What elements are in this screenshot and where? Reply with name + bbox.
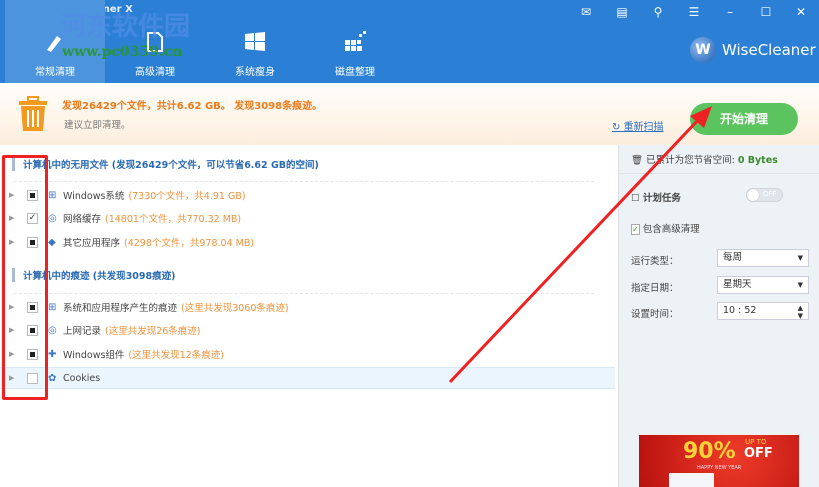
section-header-junk: 计算机中的无用文件 (发现26429个文件，可以节省6.62 GB的空间) <box>12 157 319 171</box>
right-panel: 🗑 已累计为您节省空间: 0 Bytes ☐ 计划任务 OFF ✓ 包含高级清理… <box>618 145 819 487</box>
item-name: Windows系统 <box>63 191 125 202</box>
tab-label: 高级清理 <box>135 67 175 78</box>
schedule-task: ☐ 计划任务 <box>631 190 681 204</box>
trash-small-icon: 🗑 <box>631 155 647 166</box>
promo-subtitle: HAPPY NEW YEAR <box>697 465 742 471</box>
date-select[interactable]: 星期天 ▼ <box>717 276 809 294</box>
item-name: 上网记录 <box>63 326 102 337</box>
list-item[interactable]: ▶ ⊞ Windows系统 (7330个文件，共4.91 GB) <box>0 184 615 206</box>
toggle-knob <box>747 189 759 201</box>
promo-banner[interactable]: 90% UP TO OFF HAPPY NEW YEAR <box>639 435 799 487</box>
date-label: 指定日期： <box>631 283 679 294</box>
start-clean-button[interactable]: 开始清理 <box>690 103 798 135</box>
run-type-value: 每周 <box>723 252 743 263</box>
windows-icon <box>245 32 265 51</box>
menu-icon[interactable]: ☰ <box>685 4 703 20</box>
calendar-icon: ☐ <box>631 193 643 204</box>
mail-icon[interactable]: ✉ <box>577 4 595 20</box>
list-item[interactable]: ▶ ◆ 其它应用程序 (4298个文件，共978.04 MB) <box>0 231 615 253</box>
schedule-toggle[interactable]: OFF <box>746 188 783 202</box>
tab-defrag[interactable]: 磁盘整理 <box>305 0 405 83</box>
brand-name: WiseCleaner <box>722 41 816 59</box>
watermark: 河东软件园 <box>60 12 191 42</box>
date-value: 星期天 <box>723 279 752 290</box>
brand-logo-icon: W <box>690 37 716 63</box>
time-spinner[interactable]: 10 : 52 ▲ ▼ <box>717 302 809 320</box>
list-item[interactable]: ▶ ✓ ◎ 网络缓存 (14801个文件，共770.32 MB) <box>0 207 615 229</box>
run-type-label: 运行类型： <box>631 256 679 267</box>
product-box-image <box>669 473 714 487</box>
windows-icon: ⊞ <box>48 189 57 201</box>
item-name: 网络缓存 <box>63 214 102 225</box>
tools-icon[interactable]: ⚲ <box>649 4 667 20</box>
defrag-icon <box>345 31 366 51</box>
windows-icon: ⊞ <box>48 301 57 313</box>
divider <box>14 181 594 182</box>
include-advanced-checkbox[interactable]: ✓ 包含高级清理 <box>631 221 700 235</box>
item-name: Windows组件 <box>63 350 125 361</box>
dropdown-icon: ▼ <box>797 281 803 289</box>
cookie-icon: ✿ <box>48 372 57 384</box>
feedback-icon[interactable]: ▤ <box>613 4 631 20</box>
promo-off: OFF <box>744 446 773 461</box>
close-button[interactable]: ✕ <box>792 4 810 20</box>
title-bar: Wise Disk Cleaner X 常规清理 高级清理 系统瘦身 磁盘整理 … <box>0 0 819 83</box>
app-box-icon: ◆ <box>48 236 56 248</box>
tab-system-slim[interactable]: 系统瘦身 <box>205 0 305 83</box>
minimize-button[interactable]: – <box>721 4 739 20</box>
promo-percent: 90% <box>683 439 736 464</box>
browser-icon: ◎ <box>48 212 57 224</box>
saved-label: 已累计为您节省空间: <box>646 155 735 166</box>
dropdown-icon: ▼ <box>797 254 803 262</box>
tab-label: 磁盘整理 <box>335 67 375 78</box>
scan-summary: 发现26429个文件，共计6.62 GB。 发现3098条痕迹。 <box>62 101 323 112</box>
item-name: 系统和应用程序产生的痕迹 <box>63 303 178 314</box>
saved-space: 🗑 已累计为您节省空间: 0 Bytes <box>631 152 778 166</box>
refresh-icon: ↻ <box>612 122 624 133</box>
list-item[interactable]: ▶ ✚ Windows组件 (这里共发现12条痕迹) <box>0 343 615 365</box>
time-value: 10 : 52 <box>723 305 757 316</box>
run-type-select[interactable]: 每周 ▼ <box>717 249 809 267</box>
brand-logo: W WiseCleaner <box>690 37 816 63</box>
divider <box>14 293 594 294</box>
checkmark-icon: ✓ <box>631 224 640 235</box>
watermark-url: www.pc0359.cn <box>62 44 183 60</box>
toggle-label: OFF <box>763 190 777 198</box>
scan-results-list: 计算机中的无用文件 (发现26429个文件，可以节省6.62 GB的空间) ▶ ⊞… <box>0 145 615 487</box>
trash-icon <box>19 96 47 131</box>
rescan-label: 重新扫描 <box>623 122 664 133</box>
item-info: (14801个文件，共770.32 MB) <box>105 214 242 225</box>
time-label: 设置时间： <box>631 309 679 320</box>
spinner-icon[interactable]: ▲ ▼ <box>798 304 803 320</box>
saved-value: 0 Bytes <box>737 155 778 166</box>
list-item[interactable]: ▶ ⊞ 系统和应用程序产生的痕迹 (这里共发现3060条痕迹) <box>0 296 615 318</box>
maximize-button[interactable]: ☐ <box>757 4 775 20</box>
item-info: (7330个文件，共4.91 GB) <box>128 191 246 202</box>
item-info: (4298个文件，共978.04 MB) <box>124 238 255 249</box>
item-info: (这里共发现3060条痕迹) <box>181 303 289 314</box>
item-info: (这里共发现26条痕迹) <box>105 326 201 337</box>
puzzle-icon: ✚ <box>48 348 57 360</box>
item-name: 其它应用程序 <box>63 238 121 249</box>
item-name: Cookies <box>63 372 101 384</box>
rescan-link[interactable]: ↻ 重新扫描 <box>612 118 664 133</box>
tab-label: 系统瘦身 <box>235 67 275 78</box>
list-item[interactable]: ▶ ◎ 上网记录 (这里共发现26条痕迹) <box>0 319 615 341</box>
browser-icon: ◎ <box>48 324 57 336</box>
divider <box>619 173 819 174</box>
tab-label: 常规清理 <box>35 67 75 78</box>
list-item[interactable]: ▶ ✿ Cookies <box>0 367 615 389</box>
promo-upto: UP TO <box>745 438 767 446</box>
item-info: (这里共发现12条痕迹) <box>128 350 224 361</box>
schedule-label: 计划任务 <box>642 193 681 204</box>
annotation-highlight-box <box>2 155 48 400</box>
include-advanced-label: 包含高级清理 <box>642 224 700 235</box>
suggestion-text: 建议立即清理。 <box>64 120 131 131</box>
